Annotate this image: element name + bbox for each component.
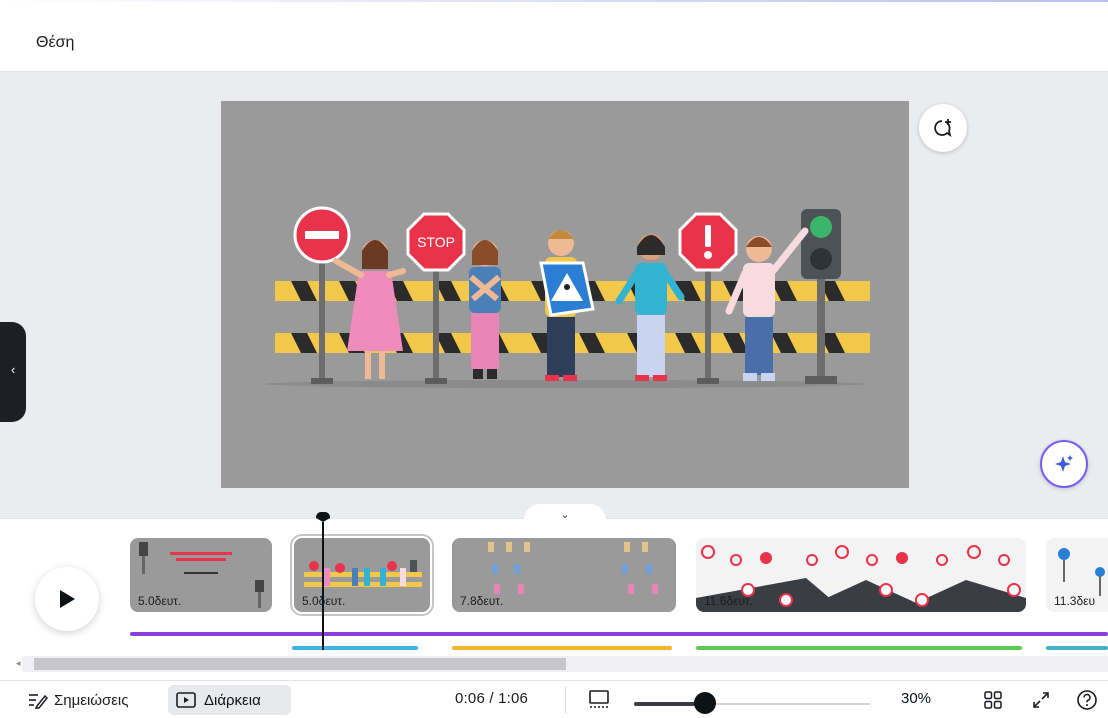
track-bar-blue[interactable] xyxy=(292,646,418,650)
help-icon xyxy=(1077,690,1097,710)
footer-divider xyxy=(565,687,566,713)
zoom-slider-handle[interactable] xyxy=(694,692,716,714)
sparkle-icon xyxy=(1055,455,1073,472)
timeline-scrollbar[interactable]: ◂ xyxy=(16,656,1108,672)
child-girl-teal xyxy=(615,234,685,381)
collapse-timeline-toggle[interactable]: ⌄ xyxy=(524,504,606,524)
position-label[interactable]: Θέση xyxy=(36,34,74,52)
audio-track-bar[interactable] xyxy=(130,632,1108,636)
child-girl-plaid xyxy=(469,240,501,379)
timeline-view-icon xyxy=(176,692,196,708)
timeline-clip-1[interactable]: 5.0δευτ. xyxy=(130,538,272,612)
help-button[interactable] xyxy=(1076,681,1098,718)
side-panel-toggle[interactable]: ‹ xyxy=(0,322,26,422)
top-bar: Θέση xyxy=(0,0,1108,72)
add-comment-button[interactable] xyxy=(919,104,967,152)
expand-icon xyxy=(1033,692,1049,708)
child-girl-pink xyxy=(333,240,406,379)
timeline-clip-4[interactable]: 11.6δευτ. xyxy=(696,538,1026,612)
scrollbar-thumb[interactable] xyxy=(34,658,566,670)
top-accent-line xyxy=(0,0,1108,2)
play-icon xyxy=(60,590,75,608)
clip-duration: 5.0δευτ. xyxy=(138,594,182,608)
duration-label: Διάρκεια xyxy=(204,691,261,709)
zoom-value: 30% xyxy=(901,690,932,707)
grid-icon xyxy=(984,691,1002,709)
footer-bar: Σημειώσεις Διάρκεια 0:06 / 1:06 30% xyxy=(0,680,1108,718)
track-bar-green[interactable] xyxy=(696,646,1022,650)
notes-icon xyxy=(29,694,48,709)
time-display: 0:06 / 1:06 xyxy=(455,690,529,707)
child-boy-star xyxy=(725,227,809,381)
play-button[interactable] xyxy=(35,567,99,631)
chevron-left-icon: ‹ xyxy=(11,362,16,377)
playhead-line[interactable] xyxy=(322,522,324,650)
duration-button[interactable]: Διάρκεια xyxy=(168,685,291,715)
svg-text:STOP: STOP xyxy=(417,234,455,250)
chevron-down-icon: ⌄ xyxy=(560,509,570,521)
slide-view-icon xyxy=(589,690,609,708)
clip-duration: 11.6δευτ. xyxy=(704,594,754,608)
magic-assistant-button[interactable] xyxy=(1040,440,1088,488)
clip-duration: 11.3δευ xyxy=(1054,594,1096,608)
scroll-left-icon[interactable]: ◂ xyxy=(16,658,21,669)
child-boy-crossing-sign xyxy=(539,230,595,381)
grid-view-button[interactable] xyxy=(984,681,1002,718)
timeline-clip-2[interactable]: 5.0δευτ. xyxy=(290,534,434,616)
track-bar-teal[interactable] xyxy=(1046,646,1108,650)
timeline-clip-3[interactable]: 7.8δευτ. xyxy=(452,538,676,612)
timeline-clip-5[interactable]: 11.3δευ xyxy=(1046,538,1108,612)
comment-plus-icon xyxy=(934,119,952,138)
slide-canvas[interactable]: STOP xyxy=(221,101,909,488)
notes-button[interactable]: Σημειώσεις xyxy=(28,681,129,718)
track-bar-yellow[interactable] xyxy=(452,646,672,650)
notes-label: Σημειώσεις xyxy=(54,691,129,709)
page-view-button[interactable] xyxy=(588,681,610,718)
clip-duration: 7.8δευτ. xyxy=(460,594,504,608)
road-safety-illustration: STOP xyxy=(265,206,870,388)
fullscreen-button[interactable] xyxy=(1032,681,1050,718)
